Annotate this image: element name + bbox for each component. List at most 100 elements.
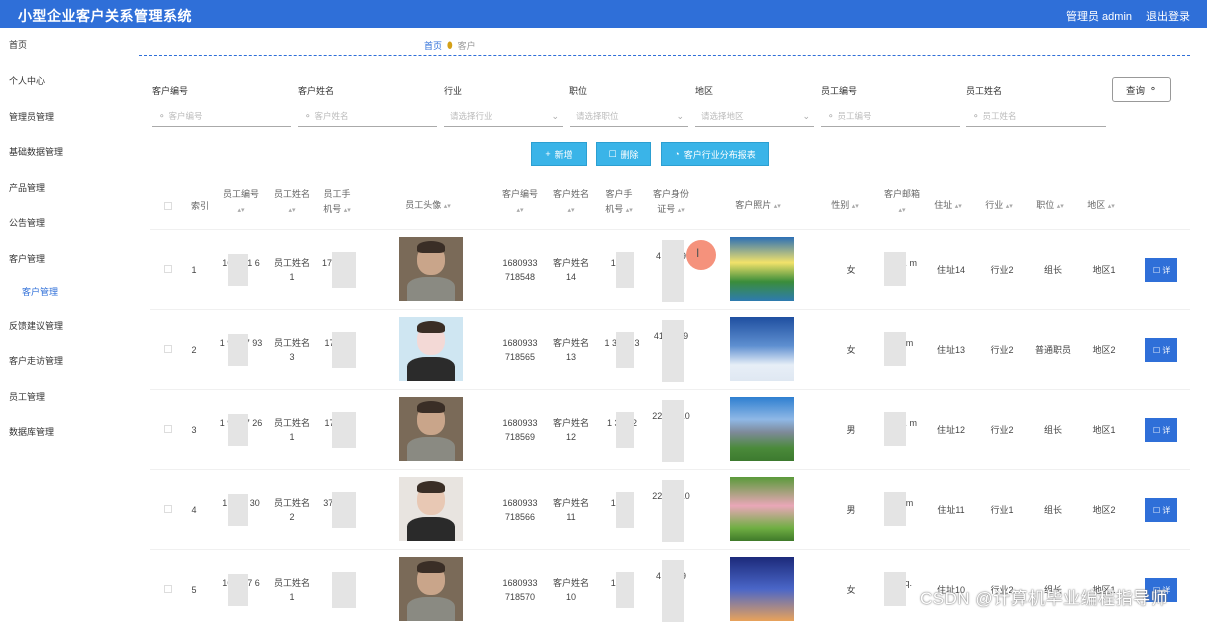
app-title: 小型企业客户关系管理系统 [18, 8, 192, 24]
cell-position: 组长 [1043, 265, 1062, 275]
sidebar-item-admin[interactable]: 管理员管理 [9, 110, 54, 123]
redaction [616, 412, 634, 448]
sidebar-item-home[interactable]: 首页 [9, 38, 27, 51]
cursor-highlight [686, 240, 716, 270]
th-cust-name[interactable]: 客户姓名 ▴▾ [549, 187, 593, 218]
sort-icon: ▴▾ [851, 203, 859, 210]
th-address[interactable]: 住址 ▴▾ [931, 198, 965, 214]
th-industry[interactable]: 行业 ▴▾ [982, 198, 1016, 214]
th-email[interactable]: 客户邮箱 ▴▾ [880, 187, 924, 218]
sidebar-item-customers[interactable]: 客户管理 [9, 252, 45, 265]
cell-cust-no: 1680933 718548 [502, 258, 538, 282]
th-emp-phone[interactable]: 员工手机号 ▴▾ [320, 187, 354, 218]
row-checkbox[interactable] [164, 505, 172, 513]
cell-cust-no: 1680933 718569 [502, 418, 538, 442]
breadcrumb-current: 客户 [457, 41, 476, 51]
cell-gender: 女 [846, 265, 856, 275]
th-gender[interactable]: 性别 ▴▾ [828, 198, 862, 214]
cell-cust-no: 1680933 718566 [502, 498, 538, 522]
sidebar-item-feedback[interactable]: 反馈建议管理 [9, 319, 63, 332]
position-select[interactable]: 请选择职位 ⌄ [570, 106, 688, 127]
cell-address: 住址12 [936, 425, 965, 435]
th-cust-photo[interactable]: 客户照片 ▴▾ [728, 198, 788, 214]
cell-industry: 行业1 [990, 505, 1014, 515]
sidebar-item-basic-data[interactable]: 基础数据管理 [9, 145, 63, 158]
employee-avatar-image [399, 397, 463, 461]
row-checkbox[interactable] [164, 345, 172, 353]
th-cust-phone[interactable]: 客户手机号 ▴▾ [602, 187, 636, 218]
logout-link[interactable]: 退出登录 [1146, 8, 1190, 24]
row-divider [150, 309, 1190, 310]
cell-cust-no: 1680933 718570 [502, 578, 538, 602]
th-emp-name[interactable]: 员工姓名 ▴▾ [270, 187, 314, 218]
sort-icon: ▴▾ [443, 203, 451, 210]
cell-gender: 女 [846, 585, 856, 595]
employee-name-input[interactable]: ⚬ 员工姓名 [966, 106, 1106, 127]
chevron-down-icon: ⌄ [551, 111, 559, 121]
th-cust-no[interactable]: 客户编号 ▴▾ [498, 187, 542, 218]
redaction [884, 252, 906, 286]
employee-no-input[interactable]: ⚬ 员工编号 [821, 106, 960, 127]
redaction [616, 332, 634, 368]
cell-gender: 男 [846, 425, 856, 435]
label-region: 地区 [695, 86, 714, 96]
th-emp-avatar[interactable]: 员工头像 ▴▾ [398, 198, 458, 214]
customer-photo-image [730, 477, 794, 541]
cell-gender: 男 [846, 505, 856, 515]
select-all-checkbox[interactable] [164, 202, 172, 210]
customer-no-input[interactable]: ⚬ 客户编号 [152, 106, 291, 127]
sidebar-item-profile[interactable]: 个人中心 [9, 74, 45, 87]
detail-button[interactable]: ☐ 详 [1145, 258, 1177, 282]
sidebar-item-visits[interactable]: 客户走访管理 [9, 354, 63, 367]
th-emp-no[interactable]: 员工编号 ▴▾ [219, 187, 263, 218]
detail-button[interactable]: ☐ 详 [1145, 338, 1177, 362]
industry-select[interactable]: 请选择行业 ⌄ [444, 106, 563, 127]
sidebar-item-products[interactable]: 产品管理 [9, 181, 45, 194]
redaction [228, 494, 248, 526]
query-button[interactable]: 查询 ⚬ [1112, 77, 1171, 102]
plus-icon: + [545, 149, 551, 159]
sidebar: 首页 个人中心 管理员管理 基础数据管理 产品管理 公告管理 客户管理 客户管理… [0, 28, 130, 614]
redaction [332, 492, 356, 528]
sidebar-item-database[interactable]: 数据库管理 [9, 425, 54, 438]
th-position[interactable]: 职位 ▴▾ [1033, 198, 1067, 214]
sidebar-item-notices[interactable]: 公告管理 [9, 216, 45, 229]
add-button[interactable]: + 新增 [531, 142, 587, 166]
search-icon: ⚬ [158, 110, 166, 121]
chevron-down-icon: ⌄ [802, 111, 810, 121]
redaction [662, 400, 684, 462]
th-region[interactable]: 地区 ▴▾ [1084, 198, 1118, 214]
admin-label: 管理员 admin [1066, 11, 1133, 23]
th-index[interactable]: 索引 [186, 199, 214, 214]
cell-index: 5 [191, 585, 197, 595]
industry-report-button[interactable]: ◔ 客户行业分布报表 [661, 142, 769, 166]
sort-icon: ▴▾ [288, 207, 296, 214]
row-checkbox[interactable] [164, 425, 172, 433]
sidebar-subitem-customers[interactable]: 客户管理 [22, 285, 58, 298]
trash-icon: ☐ [608, 148, 617, 159]
text-cursor-icon: I [696, 246, 700, 260]
cell-region: 地区2 [1092, 505, 1116, 515]
sidebar-item-employees[interactable]: 员工管理 [9, 390, 45, 403]
cell-position: 组长 [1043, 505, 1062, 515]
customer-name-input[interactable]: ⚬ 客户姓名 [298, 106, 437, 127]
region-select[interactable]: 请选择地区 ⌄ [695, 106, 814, 127]
sort-icon: ▴▾ [343, 207, 351, 214]
breadcrumb-home[interactable]: 首页 [424, 39, 442, 52]
row-checkbox[interactable] [164, 265, 172, 273]
detail-button[interactable]: ☐ 详 [1145, 498, 1177, 522]
customer-photo-image [730, 317, 794, 381]
delete-button[interactable]: ☐ 删除 [596, 142, 651, 166]
redaction [332, 412, 356, 448]
cell-address: 住址14 [936, 265, 965, 275]
sort-icon: ▴▾ [1005, 203, 1013, 210]
cell-emp-name: 员工姓名 3 [273, 338, 310, 362]
redaction [228, 334, 248, 366]
row-checkbox[interactable] [164, 585, 172, 593]
detail-button[interactable]: ☐ 详 [1145, 418, 1177, 442]
cell-cust-no: 1680933 718565 [502, 338, 538, 362]
cell-index: 3 [191, 425, 197, 435]
th-cust-id[interactable]: 客户身份证号 ▴▾ [651, 187, 691, 218]
cell-emp-name: 员工姓名 1 [273, 418, 310, 442]
sort-icon: ▴▾ [625, 207, 633, 214]
